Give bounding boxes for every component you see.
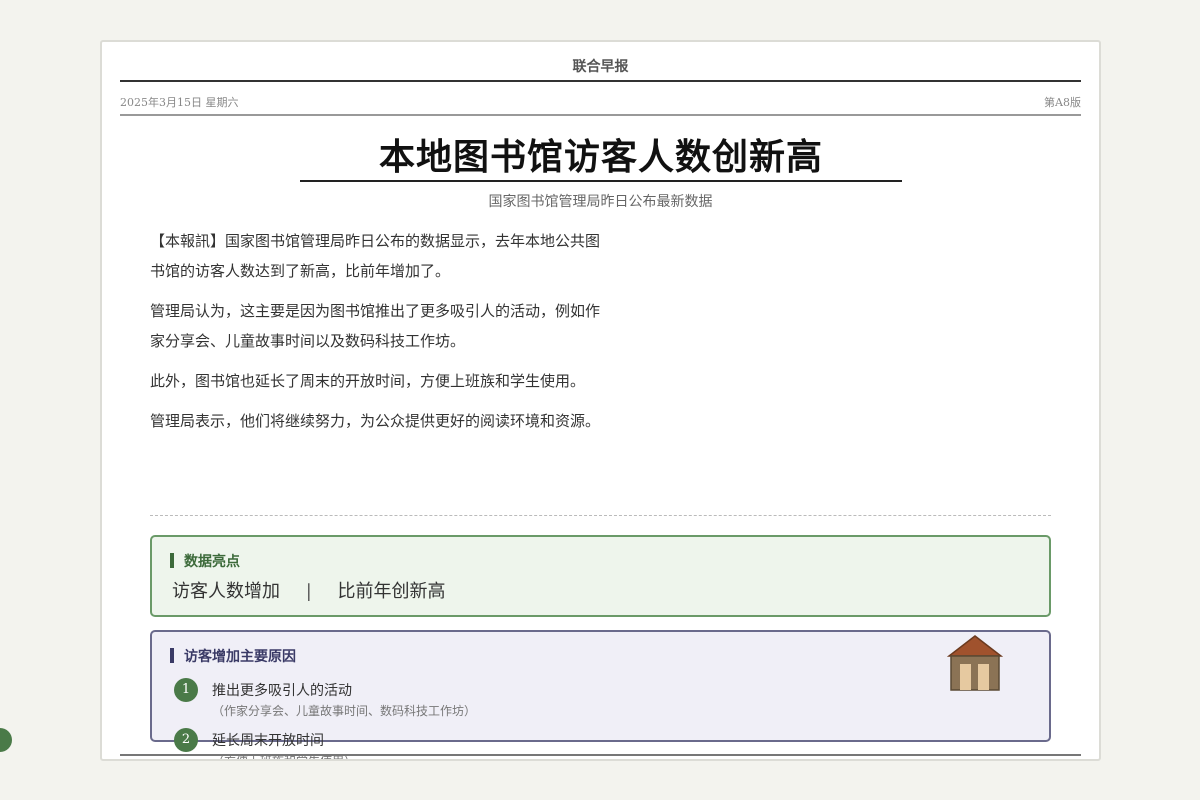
title-bar-marker (170, 553, 174, 568)
article-paragraph: 管理局认为，这主要是因为图书馆推出了更多吸引人的活动，例如作家分享会、儿童故事时… (150, 302, 601, 350)
highlights-title: 数据亮点 (170, 551, 240, 571)
data-highlights-box: 数据亮点 访客人数增加 | 比前年创新高 (150, 535, 1051, 617)
reasons-title: 访客增加主要原因 (170, 646, 296, 666)
highlight-item: 访客人数增加 (172, 581, 280, 602)
reason-number-badge: 2 (174, 728, 198, 752)
dateline: 2025年3月15日 星期六 第A8版 (120, 94, 1081, 116)
highlights-values: 访客人数增加 | 比前年创新高 (172, 577, 446, 603)
article-paragraph: 管理局表示，他们将继续努力，为公众提供更好的阅读环境和资源。 (150, 412, 601, 430)
title-bar-marker (170, 648, 174, 663)
masthead-name: 联合早报 (572, 59, 629, 75)
highlight-item: 比前年创新高 (337, 581, 446, 602)
reason-number-badge: 1 (174, 678, 198, 702)
highlights-title-text: 数据亮点 (184, 554, 240, 570)
footer-rule (120, 754, 1081, 756)
issue-date: 2025年3月15日 星期六 (120, 96, 239, 109)
reasons-title-text: 访客增加主要原因 (184, 649, 296, 665)
page-number: 第A8版 (1044, 96, 1081, 109)
reasons-box: 访客增加主要原因 1 推出更多吸引人的活动 （作家分享会、儿童故事时间、数码科技… (150, 630, 1051, 759)
article-paragraph: 此外，图书馆也延长了周末的开放时间，方便上班族和学生使用。 (150, 372, 586, 390)
reason-title: 延长周末开放时间 (212, 733, 324, 749)
article-subheadline: 国家图书馆管理局昨日公布最新数据 (488, 194, 713, 210)
highlight-separator: | (305, 581, 312, 602)
masthead: 联合早报 (120, 56, 1081, 82)
library-building-icon (947, 635, 1003, 691)
side-marker-dot (0, 728, 12, 752)
reason-title: 推出更多吸引人的活动 (212, 683, 352, 699)
article-paragraph: 【本報訊】国家图书馆管理局昨日公布的数据显示，去年本地公共图书馆的访客人数达到了… (150, 232, 601, 280)
section-divider (150, 515, 1051, 516)
article-headline: 本地图书馆访客人数创新高 (300, 128, 902, 182)
article-body: 【本報訊】国家图书馆管理局昨日公布的数据显示，去年本地公共图书馆的访客人数达到了… (150, 226, 600, 446)
newspaper-page: 联合早报 2025年3月15日 星期六 第A8版 本地图书馆访客人数创新高 国家… (100, 40, 1101, 761)
reason-note: （作家分享会、儿童故事时间、数码科技工作坊） (212, 704, 477, 718)
